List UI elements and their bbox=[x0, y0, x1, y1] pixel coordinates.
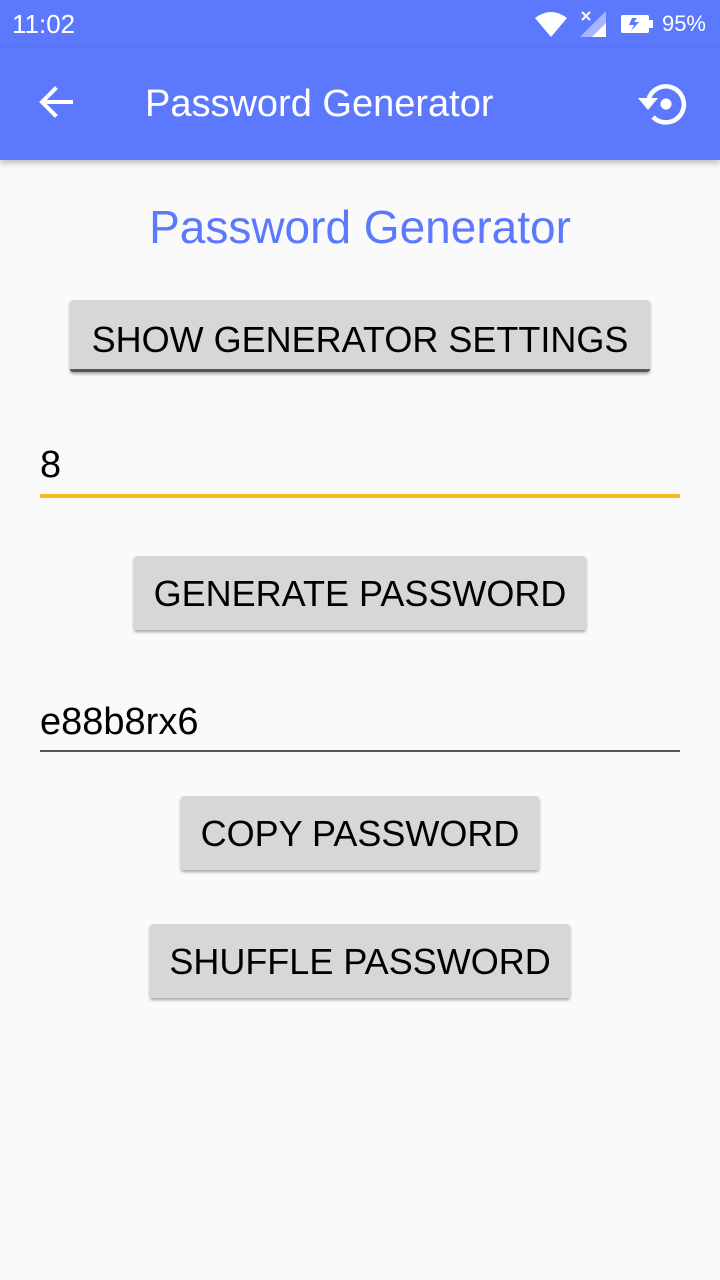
battery-icon bbox=[620, 13, 654, 35]
length-input[interactable]: 8 bbox=[40, 440, 680, 498]
password-output-field[interactable]: e88b8rx6 bbox=[40, 697, 680, 752]
show-settings-button[interactable]: SHOW GENERATOR SETTINGS bbox=[70, 300, 650, 372]
wifi-icon bbox=[534, 10, 568, 38]
status-icons: 95% bbox=[534, 8, 706, 40]
page-heading: Password Generator bbox=[149, 201, 571, 253]
arrow-back-icon bbox=[38, 84, 74, 125]
app-bar-title: Password Generator bbox=[145, 83, 494, 125]
back-button[interactable] bbox=[28, 76, 84, 132]
status-time: 11:02 bbox=[12, 9, 76, 39]
reset-icon bbox=[634, 74, 694, 139]
app-bar: Password Generator bbox=[0, 48, 720, 160]
battery-percent: 95% bbox=[661, 11, 706, 36]
status-bar: 11:02 95% bbox=[0, 0, 720, 48]
copy-password-button[interactable]: COPY PASSWORD bbox=[181, 796, 539, 870]
reset-button[interactable] bbox=[632, 74, 696, 138]
generate-password-button[interactable]: GENERATE PASSWORD bbox=[134, 556, 586, 630]
shuffle-password-button[interactable]: SHUFFLE PASSWORD bbox=[150, 924, 570, 998]
cell-signal-icon bbox=[578, 9, 608, 39]
